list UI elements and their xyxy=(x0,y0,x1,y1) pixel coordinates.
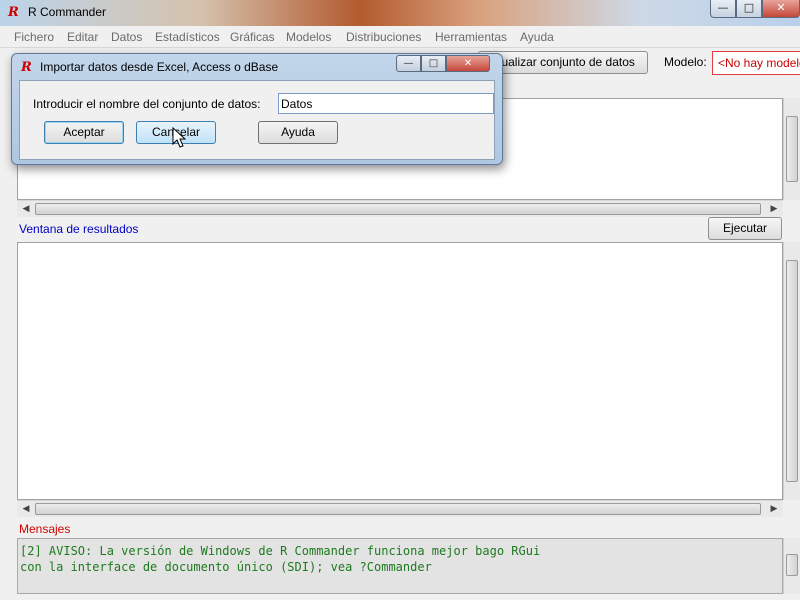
view-dataset-button[interactable]: Visualizar conjunto de datos xyxy=(478,51,648,74)
maximize-icon[interactable]: □ xyxy=(421,55,446,72)
menu-datos[interactable]: Datos xyxy=(111,30,142,44)
menu-distribuciones[interactable]: Distribuciones xyxy=(346,30,421,44)
ok-button[interactable]: Aceptar xyxy=(44,121,124,144)
dataset-name-input[interactable] xyxy=(278,93,494,114)
scroll-right-icon[interactable]: ▶ xyxy=(767,502,781,516)
messages-window[interactable]: [2] AVISO: La versión de Windows de R Co… xyxy=(17,538,783,594)
dialog-body: Introducir el nombre del conjunto de dat… xyxy=(19,80,495,160)
messages-vscrollbar[interactable] xyxy=(783,538,800,594)
scroll-left-icon[interactable]: ◀ xyxy=(19,502,33,516)
mouse-cursor-icon xyxy=(172,127,186,148)
menu-editar[interactable]: Editar xyxy=(67,30,98,44)
model-label: Modelo: xyxy=(664,55,707,69)
script-hscrollbar[interactable]: ◀ ▶ xyxy=(17,200,783,217)
dialog-title: Importar datos desde Excel, Access o dBa… xyxy=(40,60,279,74)
results-label: Ventana de resultados xyxy=(19,222,139,236)
menu-herramientas[interactable]: Herramientas xyxy=(435,30,507,44)
scroll-left-icon[interactable]: ◀ xyxy=(19,202,33,216)
import-dialog: R Importar datos desde Excel, Access o d… xyxy=(11,53,503,165)
results-vscroll-thumb[interactable] xyxy=(786,260,798,482)
main-title-bar: R R Commander — □ ✕ xyxy=(0,0,800,26)
window-title: R Commander xyxy=(28,5,107,19)
dataset-name-prompt: Introducir el nombre del conjunto de dat… xyxy=(33,97,261,111)
messages-vscroll-thumb[interactable] xyxy=(786,554,798,576)
run-button[interactable]: Ejecutar xyxy=(708,217,782,240)
menu-estadisticos[interactable]: Estadísticos xyxy=(155,30,220,44)
scroll-right-icon[interactable]: ▶ xyxy=(767,202,781,216)
minimize-icon[interactable]: — xyxy=(396,55,421,72)
active-model-value: <No hay modelo activo> xyxy=(718,56,800,70)
maximize-icon[interactable]: □ xyxy=(736,0,762,18)
r-logo-icon: R xyxy=(8,5,19,20)
menu-fichero[interactable]: Fichero xyxy=(14,30,54,44)
menu-ayuda[interactable]: Ayuda xyxy=(520,30,554,44)
menu-modelos[interactable]: Modelos xyxy=(286,30,331,44)
results-window[interactable] xyxy=(17,242,783,500)
help-button[interactable]: Ayuda xyxy=(258,121,338,144)
script-vscroll-thumb[interactable] xyxy=(786,116,798,182)
menu-bar: Fichero Editar Datos Estadísticos Gráfic… xyxy=(0,26,800,48)
script-hscroll-thumb[interactable] xyxy=(35,203,761,215)
close-icon[interactable]: ✕ xyxy=(762,0,800,18)
script-vscrollbar[interactable] xyxy=(783,98,800,200)
view-dataset-label: Visualizar conjunto de datos xyxy=(485,55,635,69)
results-vscrollbar[interactable] xyxy=(783,242,800,500)
messages-label: Mensajes xyxy=(19,522,71,536)
minimize-icon[interactable]: — xyxy=(710,0,736,18)
results-hscroll-thumb[interactable] xyxy=(35,503,761,515)
results-hscrollbar[interactable]: ◀ ▶ xyxy=(17,500,783,517)
close-icon[interactable]: ✕ xyxy=(446,55,490,72)
menu-graficas[interactable]: Gráficas xyxy=(230,30,275,44)
r-logo-icon: R xyxy=(21,60,32,75)
active-model-field[interactable]: <No hay modelo activo> xyxy=(712,51,800,75)
